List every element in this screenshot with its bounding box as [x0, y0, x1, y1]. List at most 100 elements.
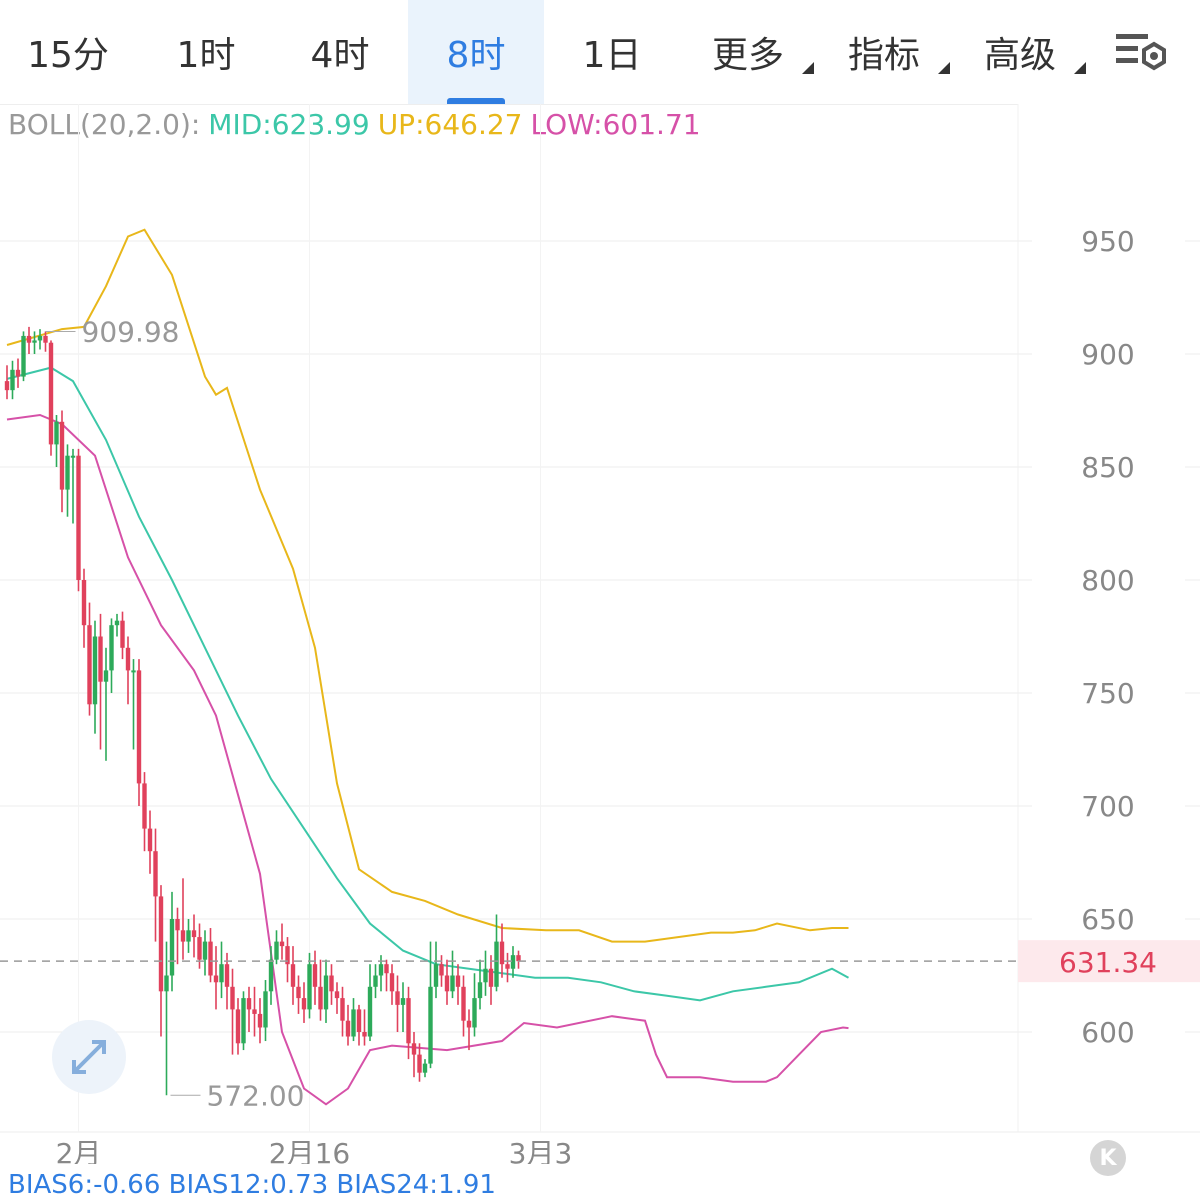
candle-body: [136, 670, 142, 784]
candle-body: [274, 941, 279, 960]
expand-button[interactable]: [52, 1020, 126, 1094]
candle-body: [65, 455, 70, 490]
tab-0[interactable]: 15分: [0, 0, 136, 104]
candle-body: [213, 975, 219, 983]
candle-body: [37, 335, 43, 341]
candle-body: [142, 783, 147, 829]
candle-body: [455, 975, 461, 987]
candle-body: [516, 955, 521, 962]
tab-2[interactable]: 4时: [272, 0, 408, 104]
candle-body: [252, 1009, 257, 1014]
x-tick-label: 3月3: [509, 1137, 573, 1164]
bias-legend: BIAS6:-0.66 BIAS12:0.73 BIAS24:1.91: [8, 1170, 496, 1200]
chart-settings-icon[interactable]: [1112, 24, 1172, 80]
candle-body: [180, 930, 186, 942]
candle-body: [433, 964, 439, 987]
tab-label: 4时: [310, 35, 370, 76]
y-tick-label: 850: [1081, 451, 1134, 484]
candle-body: [43, 335, 48, 343]
candle-body: [21, 335, 26, 377]
candle-body: [158, 896, 164, 992]
candle-body: [4, 381, 10, 391]
x-tick-label: 2月16: [269, 1137, 350, 1164]
tab-label: 1时: [176, 35, 236, 76]
candle-body: [483, 968, 488, 983]
candle-body: [70, 455, 76, 458]
candle-body: [279, 941, 285, 947]
k-line-badge[interactable]: K: [1090, 1140, 1126, 1176]
candle-body: [351, 1009, 356, 1037]
candle-body: [439, 964, 444, 976]
tab-1[interactable]: 1时: [138, 0, 274, 104]
candle-body: [323, 975, 329, 1010]
candle-body: [246, 998, 252, 1010]
candle-body: [356, 1009, 362, 1032]
min-price-label: 572.00: [207, 1079, 305, 1112]
candle-body: [164, 975, 169, 992]
candle-body: [10, 369, 15, 391]
candle-body: [263, 991, 268, 1028]
candle-body: [224, 964, 230, 987]
expand-icon: [72, 1040, 106, 1074]
candle-body: [54, 421, 59, 445]
tab-label: 15分: [27, 35, 109, 76]
y-tick-label: 700: [1081, 790, 1134, 823]
tab-4[interactable]: 1日: [544, 0, 680, 104]
candle-body: [48, 342, 54, 445]
candle-body: [329, 975, 334, 992]
candle-body: [417, 1054, 422, 1073]
tab-label: 指标: [847, 35, 920, 76]
candle-body: [373, 975, 378, 987]
candle-body: [334, 991, 340, 999]
candlestick-chart[interactable]: 600 650 700 750 800 850 900 950 2月 2月16 3月3 909.98 5…: [0, 104, 1200, 1164]
dropdown-caret-icon: [802, 62, 814, 74]
last-price-value: 631.34: [1059, 946, 1157, 979]
tab-3[interactable]: 8时: [408, 0, 544, 104]
candle-body: [367, 986, 373, 1037]
tab-6[interactable]: 指标: [816, 0, 952, 104]
timeframe-tabbar: 15分 1时 4时 8时 1日 更多 指标 高级: [0, 0, 1200, 105]
candle-body: [230, 986, 235, 1010]
tab-7[interactable]: 高级: [952, 0, 1088, 104]
candle-body: [120, 620, 125, 648]
boll-lower-line: [6, 413, 849, 1106]
candle-body: [208, 941, 213, 976]
candle-body: [340, 998, 345, 1021]
candle-body: [169, 919, 175, 976]
candle-body: [378, 964, 384, 976]
candle-body: [444, 975, 450, 992]
candle-body: [147, 828, 153, 852]
tab-label: 更多: [711, 35, 784, 76]
tab-5[interactable]: 更多: [680, 0, 816, 104]
y-tick-label: 900: [1081, 338, 1134, 371]
candle-body: [153, 851, 158, 897]
y-tick-label: 750: [1081, 677, 1134, 710]
y-tick-label: 950: [1081, 225, 1134, 258]
candle-body: [318, 986, 323, 1010]
dropdown-caret-icon: [1074, 62, 1086, 74]
candle-body: [312, 964, 318, 987]
candle-body: [345, 1020, 351, 1037]
candle-body: [98, 636, 103, 682]
candle-body: [76, 455, 81, 580]
candle-body: [428, 986, 433, 1064]
candle-body: [389, 973, 395, 992]
candle-body: [114, 620, 120, 626]
candle-body: [257, 1013, 263, 1028]
candle-body: [219, 964, 224, 983]
dropdown-caret-icon: [938, 62, 950, 74]
candle-body: [362, 1032, 367, 1037]
candle-body: [191, 930, 197, 938]
candle-body: [32, 340, 37, 343]
candle-body: [422, 1063, 428, 1073]
bias-values: BIAS6:-0.66 BIAS12:0.73 BIAS24:1.91: [8, 1170, 496, 1200]
candle-body: [59, 421, 65, 490]
candle-body: [109, 625, 114, 671]
candle-body: [406, 998, 411, 1044]
candle-body: [510, 955, 516, 969]
candle-body: [307, 964, 312, 1010]
candle-body: [202, 941, 208, 960]
candle-body: [466, 1020, 472, 1028]
tab-label: 高级: [983, 35, 1056, 76]
candle-body: [15, 369, 21, 377]
